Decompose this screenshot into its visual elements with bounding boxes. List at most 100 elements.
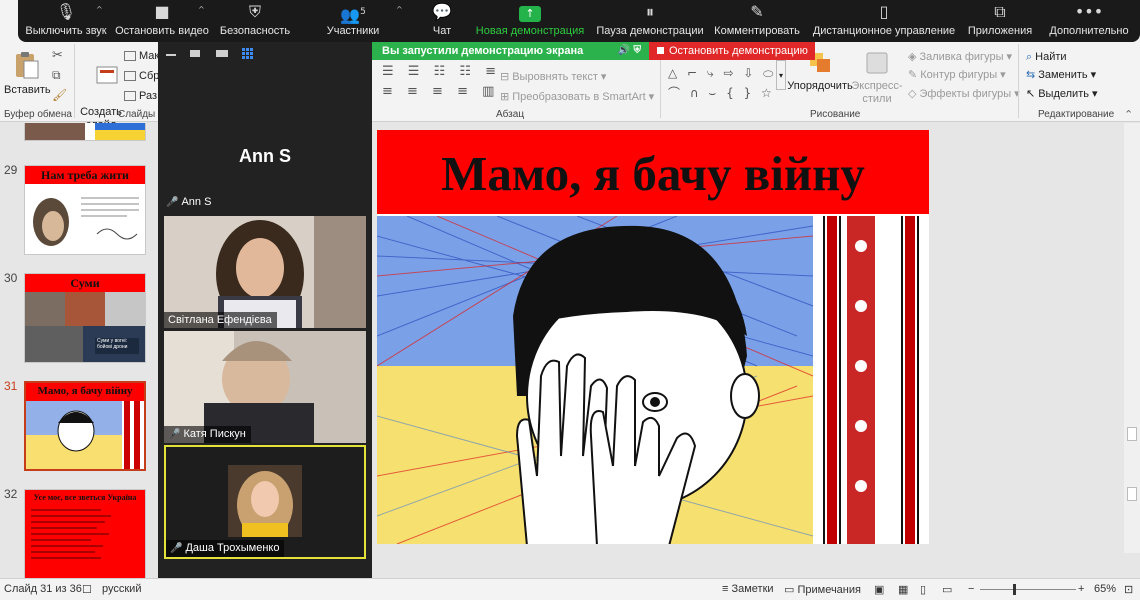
clipboard-icon: [16, 52, 39, 79]
shape-effects-button[interactable]: ◇ Эффекты фигуры ▾: [908, 87, 1020, 100]
shape-outline-button[interactable]: ✎ Контур фигуры ▾: [908, 68, 1006, 81]
stop-video-button[interactable]: ■ Остановить видео: [114, 0, 210, 42]
replace-icon: ⇆: [1026, 68, 1036, 81]
single-view-icon[interactable]: [190, 50, 200, 57]
chevron-up-icon: ⌃: [1124, 109, 1134, 121]
sharing-status: Вы запустили демонстрацию экрана 🔊 ⛨: [372, 42, 649, 60]
section-button[interactable]: Раз: [124, 90, 157, 102]
convert-smartart-button[interactable]: ⊞ Преобразовать в SmartArt ▾: [500, 90, 654, 103]
host-name-placeholder: Ann S: [239, 146, 291, 166]
alignment-buttons-row[interactable]: ≡ ≡ ≡ ≡ ▥: [382, 84, 499, 99]
participant-video-tile[interactable]: 🎤 Катя Пискун: [164, 331, 366, 443]
spellcheck-icon[interactable]: ☐: [82, 583, 92, 596]
screen-share-status-bar: Вы запустили демонстрацию экрана 🔊 ⛨ Ост…: [372, 42, 815, 60]
quick-styles-button[interactable]: Экспресс- стили: [848, 50, 906, 106]
slideshow-icon[interactable]: ▭: [942, 583, 952, 596]
pause-icon: ⏸: [645, 2, 654, 21]
participants-count-badge: 5: [360, 7, 366, 17]
shield-icon: ⛨: [248, 2, 261, 21]
select-button[interactable]: ↖ Выделить ▾: [1026, 87, 1098, 100]
pen-icon: ✎: [750, 2, 764, 21]
slide-thumbnail-28[interactable]: [24, 123, 146, 141]
slide-thumbnail-31-selected[interactable]: Мамо, я бачу війну: [24, 381, 146, 471]
cut-icon[interactable]: ✂: [52, 48, 63, 63]
group-label-paragraph: Абзац: [496, 109, 525, 120]
share-screen-icon: ↑: [519, 6, 541, 22]
fit-slide-icon[interactable]: ⊡: [1124, 583, 1133, 596]
reading-view-icon[interactable]: ▯: [920, 583, 926, 596]
scrollbar-thumb[interactable]: [1127, 427, 1137, 441]
paste-button[interactable]: Вставить: [4, 50, 51, 97]
group-label-slides: Слайды: [118, 109, 156, 120]
group-label-drawing: Рисование: [810, 109, 861, 120]
slide-thumbnail-30[interactable]: Суми Суми у вогні: бойові дрони: [24, 273, 146, 363]
shape-fill-button[interactable]: ◈ Заливка фигуры ▾: [908, 50, 1012, 63]
zoom-slider-track[interactable]: [980, 589, 1076, 590]
annotate-button[interactable]: ✎ Комментировать: [710, 0, 804, 42]
smartart-icon: ⊞: [500, 90, 510, 103]
minimize-icon[interactable]: [166, 54, 176, 56]
zoom-out-button[interactable]: −: [968, 583, 974, 595]
new-share-button[interactable]: ↑ Новая демонстрация: [474, 0, 586, 42]
pause-share-button[interactable]: ⏸ Пауза демонстрации: [596, 0, 704, 42]
slide-thumbnail-pane: 29 Нам треба жити 30 Суми Суми у вогні: …: [0, 123, 158, 578]
shapes-gallery-row1[interactable]: △ ⌐ ⤷ ⇨ ⇩ ⬭: [668, 66, 776, 81]
language-indicator[interactable]: русский: [102, 583, 141, 595]
slide-thumbnail-29[interactable]: Нам треба жити: [24, 165, 146, 255]
list-buttons-row[interactable]: ☰ ☰ ☷ ☷ ≡: [382, 64, 501, 79]
slide-number: 30: [4, 271, 18, 285]
remote-control-button[interactable]: ▯ Дистанционное управление: [810, 0, 958, 42]
host-video-label: 🎤 Ann S: [166, 196, 212, 208]
grid-view-icon[interactable]: [242, 48, 253, 59]
slide-title[interactable]: Мамо, я бачу війну: [377, 146, 929, 202]
current-slide[interactable]: Мамо, я бачу війну: [377, 130, 929, 544]
slide-thumbnail-32[interactable]: Усе моє, все зветься Україна: [24, 489, 146, 578]
search-icon: ⌕: [1026, 50, 1033, 63]
notes-icon: ≡: [722, 583, 729, 595]
zoom-in-button[interactable]: +: [1078, 583, 1084, 595]
reset-button[interactable]: Сбр: [124, 70, 159, 82]
zoom-slider-thumb[interactable]: [1013, 584, 1016, 595]
slide-sorter-icon[interactable]: ▦: [898, 583, 908, 596]
find-button[interactable]: ⌕ Найти: [1026, 50, 1067, 64]
quick-styles-icon: [866, 52, 888, 74]
comments-button[interactable]: ▭ Примечания: [784, 583, 861, 596]
zoom-level[interactable]: 65%: [1094, 583, 1116, 595]
replace-button[interactable]: ⇆ Заменить ▾: [1026, 68, 1096, 81]
chat-icon: 💬: [432, 2, 452, 21]
chat-button[interactable]: 💬 Чат: [424, 0, 460, 42]
apps-button[interactable]: ⧉ Приложения: [964, 0, 1036, 42]
status-bar: Слайд 31 из 36 ☐ русский ≡ Заметки ▭ При…: [0, 578, 1140, 600]
participants-options-caret[interactable]: ^: [396, 5, 403, 14]
normal-view-icon[interactable]: ▣: [874, 583, 884, 596]
stop-share-button[interactable]: Остановить демонстрацию: [649, 42, 815, 60]
participant-video-tile-active-speaker[interactable]: 🎤 Даша Трохыменко: [164, 445, 366, 559]
more-button[interactable]: ••• Дополнительно: [1046, 0, 1132, 42]
layout-button[interactable]: Мак: [124, 50, 159, 62]
shapes-gallery-row2[interactable]: ⌒ ∩ ⌣ { } ☆: [668, 84, 775, 101]
security-button[interactable]: ⛨ Безопасность: [216, 0, 294, 42]
shapes-scroll[interactable]: ▾: [776, 60, 786, 90]
slide-illustration[interactable]: [377, 216, 929, 544]
new-slide-icon: [96, 66, 118, 84]
strip-view-icon[interactable]: [216, 50, 228, 57]
video-options-caret[interactable]: ^: [198, 5, 205, 14]
format-painter-icon[interactable]: 🖌: [52, 88, 67, 102]
cursor-icon: ↖: [1026, 87, 1036, 100]
group-label-editing: Редактирование: [1038, 109, 1115, 120]
thumbnail-title: Суми: [70, 276, 100, 290]
participant-video-tile[interactable]: Світлана Ефендієва: [164, 216, 366, 328]
thumbnail-title: Нам треба жити: [41, 168, 129, 182]
participants-button[interactable]: 👥5 Участники: [318, 0, 388, 42]
copy-icon[interactable]: ⧉: [52, 68, 61, 83]
notes-button[interactable]: ≡ Заметки: [722, 583, 774, 595]
mic-muted-icon: 🎤: [166, 197, 179, 208]
vertical-scrollbar[interactable]: [1124, 123, 1140, 553]
audio-options-caret[interactable]: ^: [96, 5, 103, 14]
stop-icon: [657, 47, 664, 54]
scrollbar-thumb-lower[interactable]: [1127, 487, 1137, 501]
collapse-ribbon-button[interactable]: ⌃: [1124, 108, 1133, 121]
chevron-down-icon: ▾: [776, 60, 786, 90]
zoom-meeting-toolbar: 🎙 Выключить звук ^ ■ Остановить видео ^ …: [18, 0, 1140, 42]
align-text-button[interactable]: ⊟ Выровнять текст ▾: [500, 70, 606, 83]
